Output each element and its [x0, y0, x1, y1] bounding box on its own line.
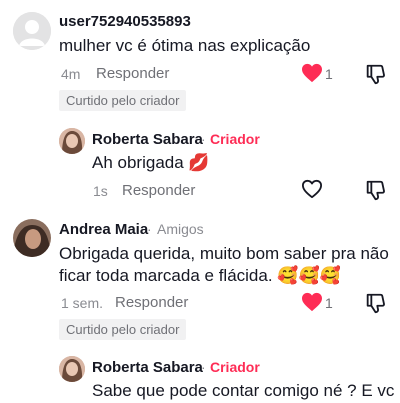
reply-time: 1s: [93, 183, 108, 199]
separator-dot: ·: [201, 131, 206, 147]
reply-button[interactable]: Responder: [122, 182, 195, 199]
reply-username[interactable]: Roberta Sabara: [92, 131, 203, 148]
comment-time: 1 sem.: [61, 295, 104, 311]
creator-label: Criador: [210, 359, 260, 375]
thumbs-down-icon[interactable]: [364, 63, 386, 85]
thumbs-down-icon[interactable]: [364, 292, 386, 314]
separator-dot: ·: [201, 359, 206, 375]
like-count: 1: [325, 295, 333, 311]
reply-button[interactable]: Responder: [96, 65, 169, 82]
comment-text: ficar toda marcada e flácida. 🥰🥰🥰: [59, 266, 341, 285]
avatar[interactable]: [13, 12, 51, 50]
creator-avatar-image: [59, 356, 85, 382]
heart-icon[interactable]: [301, 63, 323, 83]
heart-icon[interactable]: [301, 292, 323, 312]
avatar[interactable]: [59, 356, 85, 382]
avatar[interactable]: [13, 219, 51, 257]
reply-button[interactable]: Responder: [115, 294, 188, 311]
comment-username[interactable]: Andrea Maia: [59, 221, 148, 238]
separator-dot: ·: [147, 221, 152, 237]
comment-time: 4m: [61, 66, 81, 82]
reply-username[interactable]: Roberta Sabara: [92, 359, 203, 376]
reply-text: Sabe que pode contar comigo né ? E vc: [92, 381, 395, 400]
liked-by-creator-badge: Curtido pelo criador: [59, 90, 187, 111]
comment-text: mulher vc é ótima nas explicação: [59, 36, 311, 55]
comment-username[interactable]: user752940535893: [59, 13, 191, 30]
creator-avatar-image: [59, 128, 85, 154]
like-count: 1: [325, 66, 333, 82]
thumbs-down-icon[interactable]: [364, 179, 386, 201]
heart-outline-icon[interactable]: [301, 179, 323, 199]
avatar[interactable]: [59, 128, 85, 154]
reply-text: Ah obrigada 💋: [92, 153, 210, 172]
friends-tag: Amigos: [157, 221, 204, 237]
user-avatar-image: [13, 219, 51, 257]
default-avatar-icon: [13, 12, 51, 50]
creator-label: Criador: [210, 131, 260, 147]
liked-by-creator-badge: Curtido pelo criador: [59, 319, 187, 340]
